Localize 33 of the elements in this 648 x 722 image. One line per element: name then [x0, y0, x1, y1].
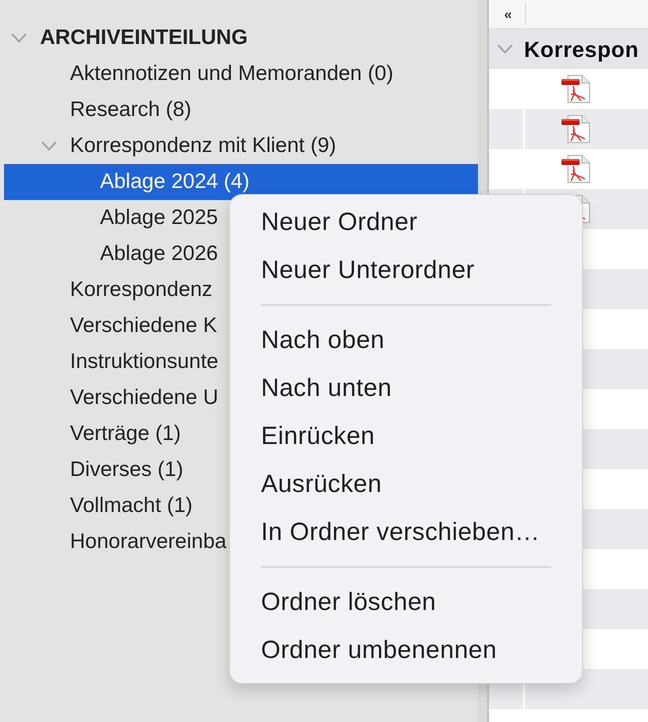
collapse-sidebar-button[interactable]: « — [493, 2, 523, 26]
tree-item[interactable]: Ablage 2025 — [4, 200, 218, 236]
menu-item[interactable]: Einrücken — [230, 412, 582, 460]
group-header[interactable]: Korrespon — [489, 29, 648, 69]
tree-item[interactable]: Verschiedene K — [4, 308, 218, 344]
menu-item[interactable]: Neuer Unterordner — [230, 246, 582, 294]
tree-item[interactable]: Diverses (1) — [4, 452, 184, 488]
pdf-file-icon — [561, 74, 591, 104]
tree-item[interactable]: Research (8) — [4, 92, 192, 128]
menu-item[interactable]: In Ordner verschieben… — [230, 508, 582, 556]
menu-item[interactable]: Neuer Ordner — [230, 198, 582, 246]
tree-item[interactable]: Aktennotizen und Memoranden (0) — [4, 56, 394, 92]
menu-item[interactable]: Ausrücken — [230, 460, 582, 508]
tree-item[interactable]: Vollmacht (1) — [4, 488, 193, 524]
pdf-file-icon — [561, 154, 591, 184]
chevron-down-icon[interactable] — [41, 141, 57, 151]
chevron-down-icon[interactable] — [497, 44, 513, 54]
tree-group-header[interactable]: ARCHIVEINTEILUNG — [4, 20, 248, 56]
tree-item[interactable]: Honorarvereinba — [4, 524, 226, 560]
menu-item[interactable]: Nach unten — [230, 364, 582, 412]
menu-item[interactable]: Ordner löschen — [230, 578, 582, 626]
pdf-file-icon — [561, 114, 591, 144]
tree-item[interactable]: Ablage 2026 — [4, 236, 218, 272]
file-row[interactable] — [489, 109, 648, 149]
menu-item[interactable]: Ordner umbenennen — [230, 626, 582, 674]
tree-item[interactable]: Korrespondenz — [4, 272, 212, 308]
tree-item[interactable]: Verschiedene U — [4, 380, 218, 416]
tree-item[interactable]: Instruktionsunte — [4, 344, 218, 380]
menu-item[interactable]: Nach oben — [230, 316, 582, 364]
tree-item[interactable]: Verträge (1) — [4, 416, 181, 452]
chevron-down-icon[interactable] — [11, 33, 27, 43]
tree-item[interactable]: Korrespondenz mit Klient (9) — [4, 128, 336, 164]
tree-item[interactable]: Ablage 2024 (4) — [4, 164, 478, 200]
